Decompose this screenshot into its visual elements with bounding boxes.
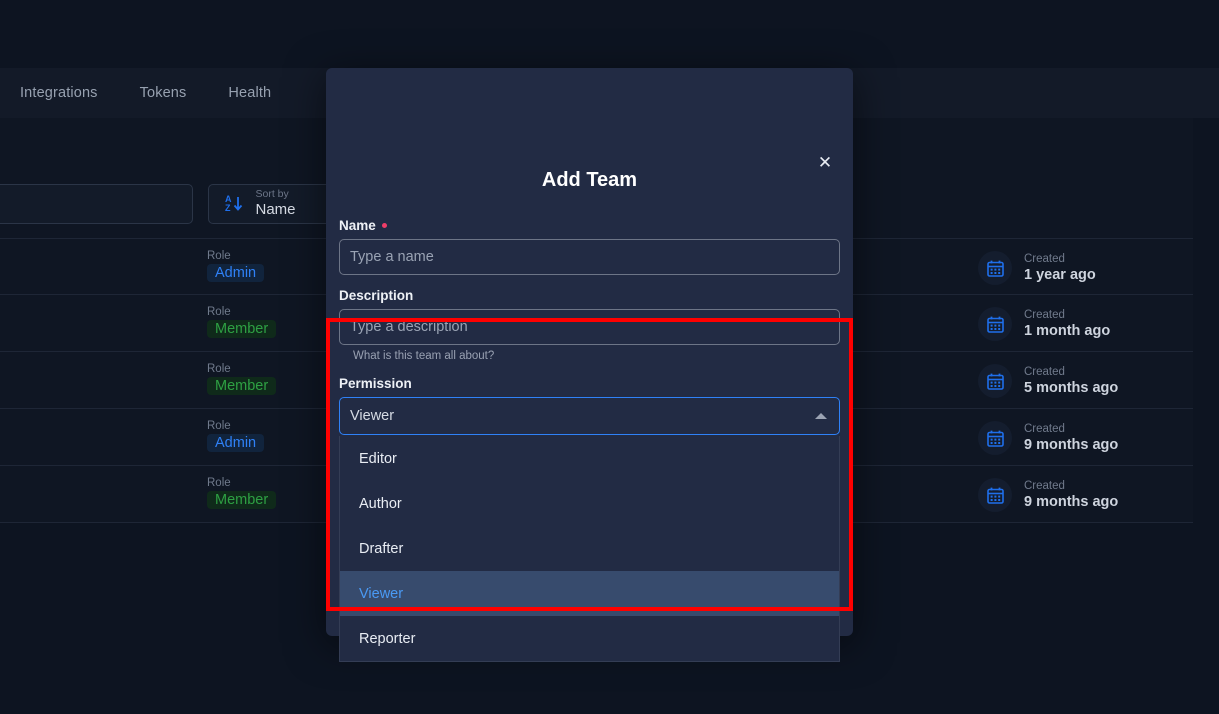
description-label: Description	[339, 288, 414, 303]
permission-option[interactable]: Viewer	[340, 571, 839, 616]
permission-option[interactable]: Author	[340, 481, 839, 526]
calendar-icon	[978, 421, 1012, 455]
permission-field-group: Permission Viewer Editor Author Drafter Vie…	[339, 376, 840, 662]
nav-item-integrations[interactable]: Integrations	[20, 85, 98, 101]
description-input[interactable]	[339, 309, 840, 345]
name-field-group: Name	[339, 218, 840, 275]
created-value: 9 months ago	[1024, 436, 1119, 453]
description-helper-text: What is this team all about?	[353, 350, 495, 362]
permission-option[interactable]: Drafter	[340, 526, 839, 571]
modal-body: Name Description What is this team all a…	[326, 218, 853, 662]
name-label: Name	[339, 218, 376, 233]
role-cell: Role Admin	[207, 419, 265, 452]
created-cell: Created 1 month ago	[978, 307, 1110, 341]
created-label: Created	[1024, 308, 1065, 321]
calendar-icon	[978, 478, 1012, 512]
role-cell: Role Member	[207, 362, 277, 395]
permission-option[interactable]: Editor	[340, 436, 839, 481]
permission-selected-value: Viewer	[350, 408, 395, 424]
nav-item-tokens[interactable]: Tokens	[140, 85, 187, 101]
sort-by-label: Sort by	[255, 188, 289, 201]
permission-label: Permission	[339, 376, 412, 391]
role-badge: Admin	[207, 264, 265, 282]
role-cell: Role Member	[207, 305, 277, 338]
modal-title: Add Team	[541, 169, 638, 191]
created-value: 1 year ago	[1024, 266, 1096, 283]
role-label: Role	[207, 306, 231, 318]
chevron-up-icon[interactable]	[815, 413, 827, 419]
created-cell: Created 5 months ago	[978, 364, 1118, 398]
calendar-icon	[978, 251, 1012, 285]
right-gutter	[1193, 118, 1219, 523]
role-cell: Role Admin	[207, 249, 265, 282]
created-label: Created	[1024, 422, 1065, 435]
created-value: 5 months ago	[1024, 379, 1119, 396]
permission-select[interactable]: Viewer	[339, 397, 840, 435]
description-field-group: Description What is this team all about?	[339, 288, 840, 362]
required-indicator-icon	[381, 223, 387, 228]
created-cell: Created 1 year ago	[978, 251, 1096, 285]
name-input[interactable]	[339, 239, 840, 275]
created-label: Created	[1024, 365, 1065, 378]
created-cell: Created 9 months ago	[978, 478, 1118, 512]
created-label: Created	[1024, 479, 1065, 492]
created-cell: Created 9 months ago	[978, 421, 1118, 455]
app-root: Integrations Tokens Health AZ Sort by Na…	[0, 0, 1219, 714]
role-badge: Admin	[207, 434, 265, 452]
role-badge: Member	[207, 320, 277, 338]
created-value: 1 month ago	[1024, 322, 1111, 339]
sort-alpha-asc-icon: AZ	[225, 195, 244, 213]
search-input[interactable]	[0, 184, 193, 224]
calendar-icon	[978, 364, 1012, 398]
role-label: Role	[207, 477, 231, 489]
created-label: Created	[1024, 252, 1065, 265]
add-team-modal: ✕ Add Team Name Description What is this…	[326, 68, 853, 662]
calendar-icon	[978, 307, 1012, 341]
permission-label-row: Permission	[339, 376, 840, 391]
permission-option[interactable]: Reporter	[340, 616, 839, 661]
nav-item-health[interactable]: Health	[228, 85, 271, 101]
role-label: Role	[207, 363, 231, 375]
created-value: 9 months ago	[1024, 493, 1119, 510]
role-label: Role	[207, 250, 231, 262]
sort-by-value: Name	[255, 201, 296, 219]
role-badge: Member	[207, 377, 277, 395]
name-label-row: Name	[339, 218, 840, 233]
role-badge: Member	[207, 491, 277, 509]
permission-options-list: Editor Author Drafter Viewer Reporter	[339, 436, 840, 662]
description-label-row: Description	[339, 288, 840, 303]
role-label: Role	[207, 420, 231, 432]
role-cell: Role Member	[207, 476, 277, 509]
